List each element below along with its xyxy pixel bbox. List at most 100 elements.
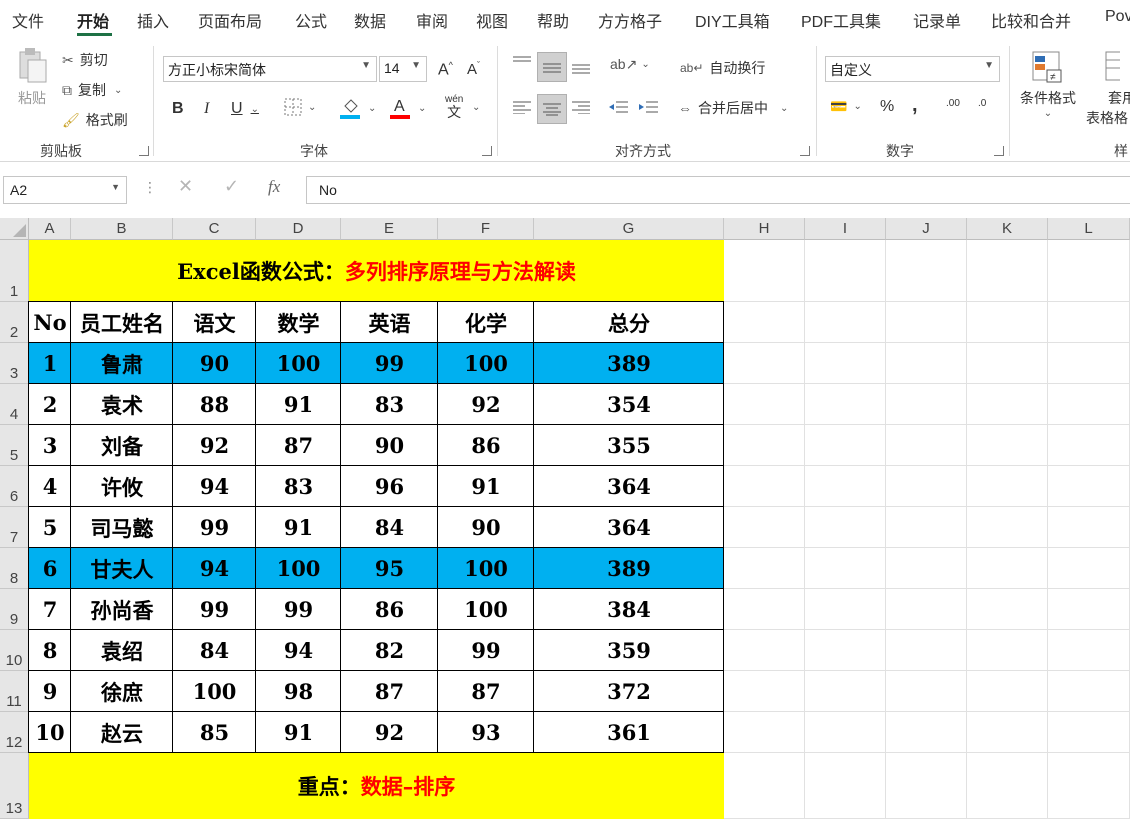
data-cell[interactable]: 3 xyxy=(29,425,71,466)
header-cell[interactable]: 总分 xyxy=(534,302,724,343)
data-cell[interactable]: 90 xyxy=(438,507,534,548)
data-cell[interactable]: 92 xyxy=(438,384,534,425)
row-header[interactable]: 5 xyxy=(0,425,29,466)
format-as-table-button[interactable]: 套用 表格格 xyxy=(1086,50,1130,128)
data-cell[interactable]: 86 xyxy=(438,425,534,466)
data-cell[interactable]: 389 xyxy=(534,343,724,384)
data-cell[interactable]: 389 xyxy=(534,548,724,589)
borders-button[interactable]: ⌄ xyxy=(284,98,316,116)
cut-button[interactable]: ✂ 剪切 xyxy=(62,50,108,70)
header-cell[interactable]: 语文 xyxy=(173,302,256,343)
data-cell[interactable]: 100 xyxy=(256,548,341,589)
font-name-select[interactable]: 方正小标宋简体 ▼ xyxy=(163,56,377,82)
header-cell[interactable]: No xyxy=(29,302,71,343)
data-cell[interactable]: 94 xyxy=(256,630,341,671)
row-header[interactable]: 1 xyxy=(0,240,29,302)
data-cell[interactable]: 袁绍 xyxy=(71,630,173,671)
data-cell[interactable]: 8 xyxy=(29,630,71,671)
data-cell[interactable]: 赵云 xyxy=(71,712,173,753)
confirm-icon[interactable]: ✓ xyxy=(224,176,239,197)
data-cell[interactable]: 82 xyxy=(341,630,438,671)
increase-indent-button[interactable] xyxy=(638,100,658,114)
row-header[interactable]: 2 xyxy=(0,302,29,343)
comma-button[interactable]: , xyxy=(912,94,918,117)
row-header[interactable]: 7 xyxy=(0,507,29,548)
menu-tab[interactable]: 插入 xyxy=(137,8,169,32)
data-cell[interactable]: 2 xyxy=(29,384,71,425)
column-header[interactable]: B xyxy=(71,218,173,240)
data-cell[interactable]: 83 xyxy=(341,384,438,425)
data-cell[interactable]: 87 xyxy=(256,425,341,466)
name-box[interactable]: A2 ▼ xyxy=(3,176,127,204)
column-header[interactable]: G xyxy=(534,218,724,240)
data-cell[interactable]: 袁术 xyxy=(71,384,173,425)
data-cell[interactable]: 364 xyxy=(534,507,724,548)
column-header[interactable]: J xyxy=(886,218,967,240)
increase-decimal-button[interactable]: .00 xyxy=(946,98,960,109)
data-cell[interactable]: 86 xyxy=(341,589,438,630)
column-header[interactable]: A xyxy=(29,218,71,240)
data-cell[interactable]: 90 xyxy=(173,343,256,384)
merge-center-button[interactable]: ⇔ 合并后居中 ⌄ xyxy=(678,98,788,118)
data-cell[interactable]: 7 xyxy=(29,589,71,630)
data-cell[interactable]: 刘备 xyxy=(71,425,173,466)
data-cell[interactable]: 90 xyxy=(341,425,438,466)
data-cell[interactable]: 94 xyxy=(173,548,256,589)
header-cell[interactable]: 化学 xyxy=(438,302,534,343)
menu-tab[interactable]: 比较和合并 xyxy=(991,8,1071,32)
currency-button[interactable]: 💳 ⌄ xyxy=(830,98,862,115)
worksheet-grid[interactable]: A B C D E F G H I J K L 1 2 3 4 5 6 7 8 9 10 11 12 13 Excel函数公式：多… xyxy=(0,218,1130,819)
format-painter-button[interactable]: 🖌 格式刷 xyxy=(62,110,128,130)
data-cell[interactable]: 99 xyxy=(341,343,438,384)
data-cell[interactable]: 88 xyxy=(173,384,256,425)
column-header[interactable]: C xyxy=(173,218,256,240)
column-header[interactable]: D xyxy=(256,218,341,240)
align-middle-button[interactable] xyxy=(537,52,567,82)
data-cell[interactable]: 355 xyxy=(534,425,724,466)
header-cell[interactable]: 员工姓名 xyxy=(71,302,173,343)
menu-tab[interactable]: 方方格子 xyxy=(598,8,662,32)
data-cell[interactable]: 92 xyxy=(341,712,438,753)
data-cell[interactable]: 94 xyxy=(173,466,256,507)
data-cell[interactable]: 鲁肃 xyxy=(71,343,173,384)
data-cell[interactable]: 9 xyxy=(29,671,71,712)
data-cell[interactable]: 361 xyxy=(534,712,724,753)
data-cell[interactable]: 100 xyxy=(256,343,341,384)
data-cell[interactable]: 4 xyxy=(29,466,71,507)
header-cell[interactable]: 数学 xyxy=(256,302,341,343)
wrap-text-button[interactable]: ab↵ 自动换行 xyxy=(680,58,765,78)
data-cell[interactable]: 87 xyxy=(438,671,534,712)
data-cell[interactable]: 84 xyxy=(173,630,256,671)
data-cell[interactable]: 93 xyxy=(438,712,534,753)
column-header[interactable]: K xyxy=(967,218,1048,240)
data-cell[interactable]: 96 xyxy=(341,466,438,507)
underline-button[interactable]: U ⌄ xyxy=(231,100,259,118)
bold-button[interactable]: B xyxy=(172,100,184,118)
menu-tab[interactable]: 审阅 xyxy=(416,8,448,32)
data-cell[interactable]: 孙尚香 xyxy=(71,589,173,630)
data-cell[interactable]: 100 xyxy=(438,343,534,384)
data-cell[interactable]: 99 xyxy=(173,507,256,548)
data-cell[interactable]: 364 xyxy=(534,466,724,507)
footer-cell[interactable]: 重点： 数据–排序 xyxy=(29,753,724,819)
data-cell[interactable]: 354 xyxy=(534,384,724,425)
menu-tab[interactable]: 页面布局 xyxy=(198,8,262,32)
row-header[interactable]: 6 xyxy=(0,466,29,507)
column-header[interactable]: H xyxy=(724,218,805,240)
row-header[interactable]: 10 xyxy=(0,630,29,671)
phonetic-button[interactable]: wén 文 xyxy=(445,94,463,119)
conditional-format-button[interactable]: ≠ 条件格式 ⌄ xyxy=(1020,50,1076,119)
data-cell[interactable]: 10 xyxy=(29,712,71,753)
menu-tab[interactable]: 开始 xyxy=(77,8,109,32)
data-cell[interactable]: 许攸 xyxy=(71,466,173,507)
number-format-select[interactable]: 自定义 ▼ xyxy=(825,56,1000,82)
menu-tab[interactable]: 帮助 xyxy=(537,8,569,32)
data-cell[interactable]: 84 xyxy=(341,507,438,548)
percent-button[interactable]: % xyxy=(880,98,894,116)
data-cell[interactable]: 100 xyxy=(438,589,534,630)
data-cell[interactable]: 85 xyxy=(173,712,256,753)
align-right-button[interactable] xyxy=(572,100,590,114)
menu-tab[interactable]: 文件 xyxy=(12,8,44,32)
font-color-button[interactable]: A ⌄ xyxy=(390,96,426,120)
data-cell[interactable]: 384 xyxy=(534,589,724,630)
